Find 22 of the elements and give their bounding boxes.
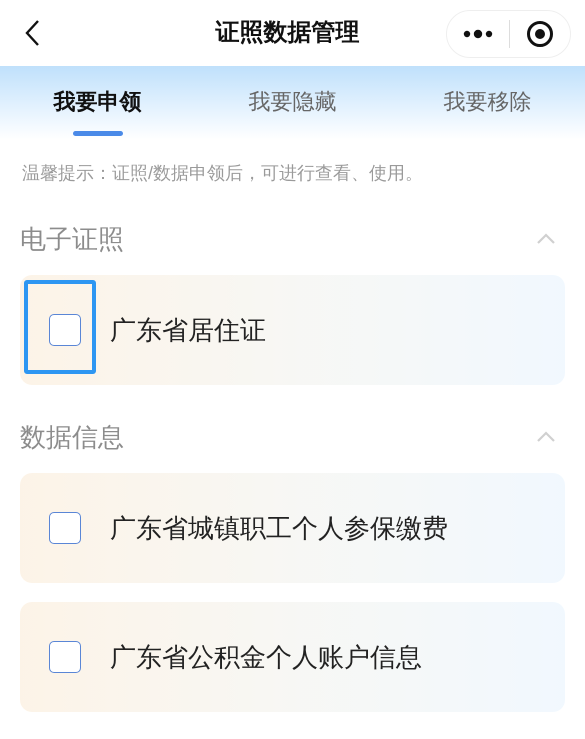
item-label: 广东省城镇职工个人参保缴费	[110, 512, 448, 544]
section-title: 数据信息	[20, 420, 124, 454]
list-card[interactable]: 广东省居住证	[20, 275, 565, 385]
back-icon	[24, 19, 40, 47]
checkbox[interactable]	[49, 641, 81, 673]
section-title: 电子证照	[20, 222, 124, 256]
tab-indicator	[72, 131, 122, 136]
item-label: 广东省居住证	[110, 314, 266, 346]
tab[interactable]: 我要移除	[390, 66, 585, 140]
chevron-up-icon	[536, 233, 556, 245]
list-card[interactable]: 广东省城镇职工个人参保缴费	[20, 473, 565, 583]
checkbox[interactable]	[49, 512, 81, 544]
checkbox[interactable]	[49, 314, 81, 346]
chevron-up-icon	[536, 431, 556, 443]
tab[interactable]: 我要申领	[0, 66, 195, 140]
tab[interactable]: 我要隐藏	[195, 66, 390, 140]
more-icon	[463, 29, 493, 39]
record-icon	[526, 20, 554, 48]
list-card[interactable]: 广东省公积金个人账户信息	[20, 602, 565, 712]
tip-text: 温馨提示：证照/数据申领后，可进行查看、使用。	[22, 162, 424, 185]
item-label: 广东省公积金个人账户信息	[110, 640, 422, 674]
window-title: 证照数据管理	[216, 18, 360, 48]
